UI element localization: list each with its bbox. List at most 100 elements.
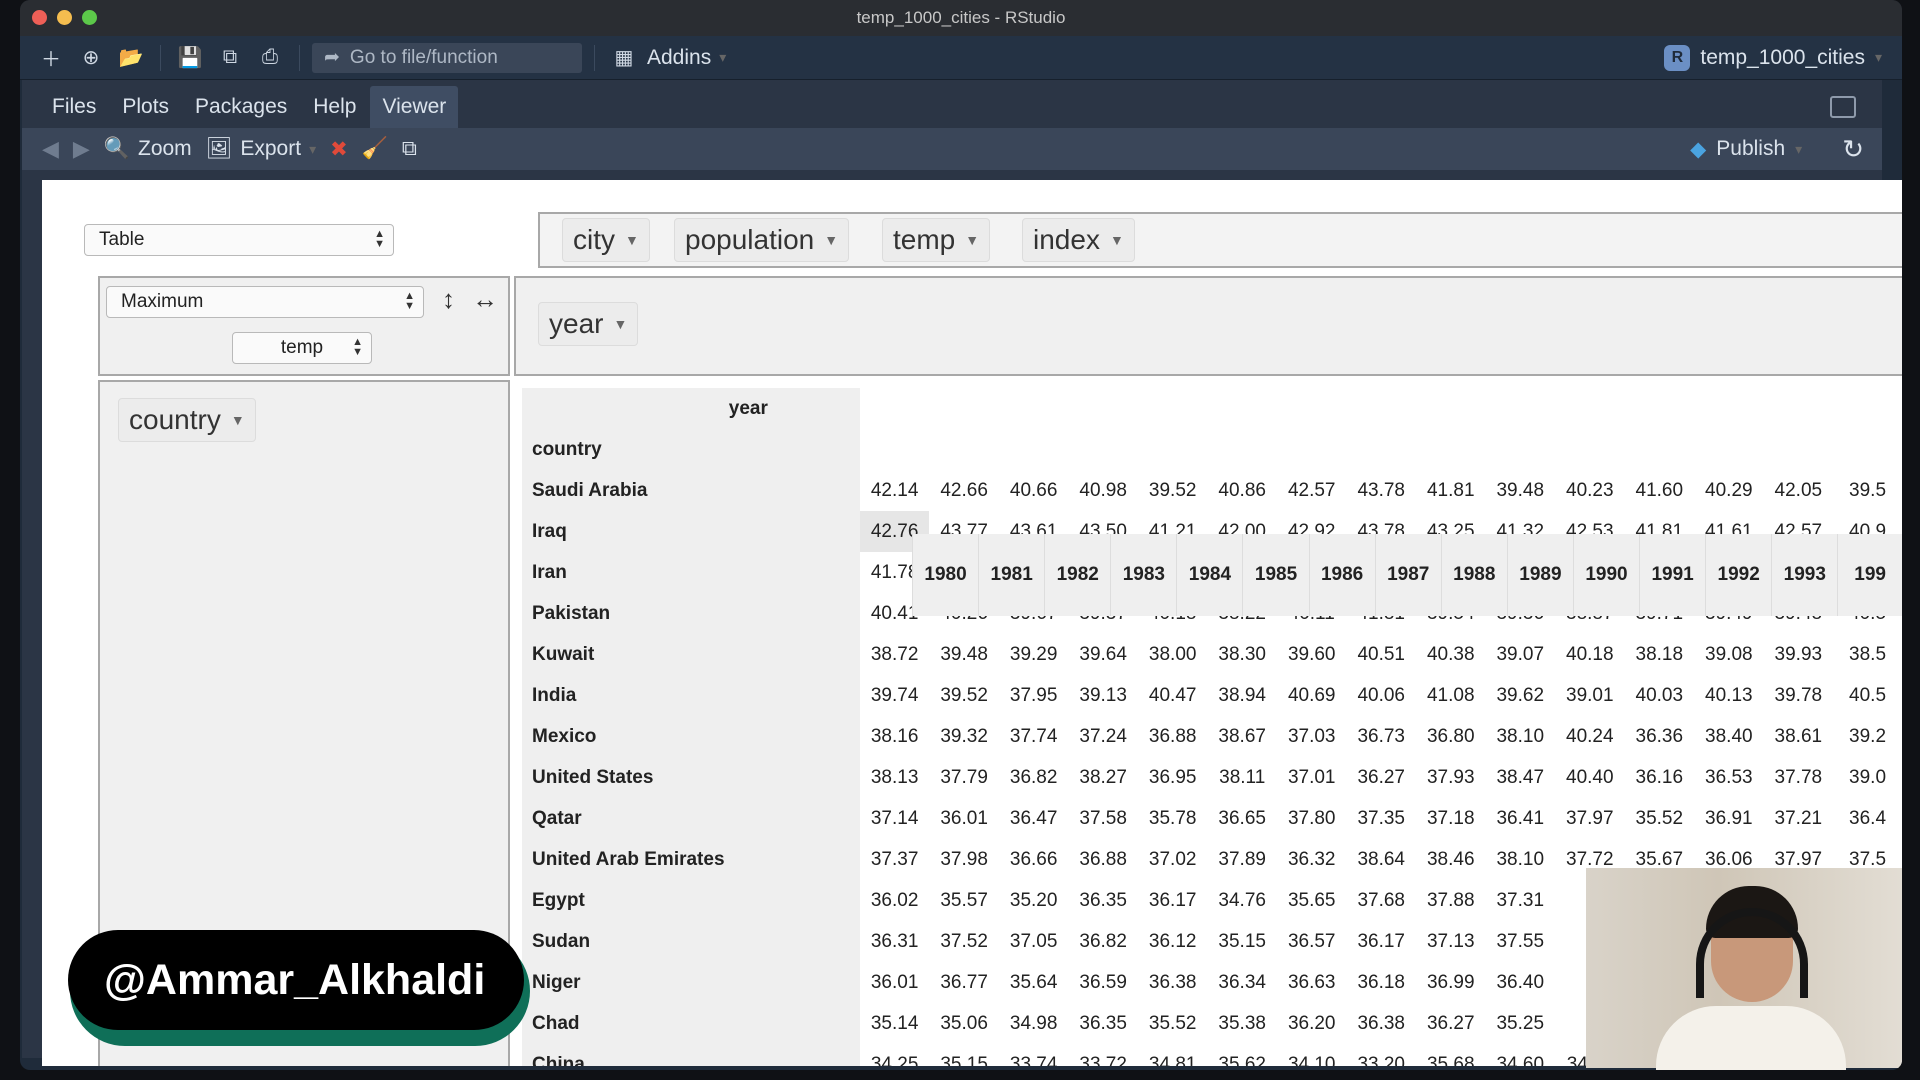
value-cell: 36.57 xyxy=(1287,930,1336,952)
value-cell: 40.18 xyxy=(1566,643,1614,665)
country-cell: Kuwait xyxy=(522,634,860,675)
value-cell: 38.30 xyxy=(1218,643,1266,665)
new-project-icon[interactable]: ⊕ xyxy=(74,43,108,73)
tab-plots[interactable]: Plots xyxy=(110,86,181,128)
new-file-icon[interactable]: ＋ xyxy=(34,43,68,73)
close-window-button[interactable] xyxy=(32,10,47,25)
value-cell: 35.68 xyxy=(1426,1053,1475,1067)
viewer-toolbar: ◀ ▶ 🔍 Zoom 🖼 Export ▾ ✖ 🧹 ⧉ ◆ Publish ▾ ↻ xyxy=(22,128,1882,170)
project-menu[interactable]: R temp_1000_cities ▾ xyxy=(1664,44,1882,71)
show-in-window-icon[interactable]: ⧉ xyxy=(402,137,417,161)
value-cell: 38.18 xyxy=(1635,643,1684,665)
addins-menu[interactable]: Addins ▾ xyxy=(647,46,726,70)
value-cell: 42.14 xyxy=(870,479,919,501)
value-cell: 36.36 xyxy=(1635,725,1684,747)
publish-icon: ◆ xyxy=(1690,137,1707,161)
value-cell: 40.69 xyxy=(1287,684,1336,706)
country-cell: Pakistan xyxy=(522,593,860,634)
forward-arrow-icon[interactable]: ▶ xyxy=(73,136,90,162)
renderer-select[interactable]: Table ▲ ▼ xyxy=(84,224,394,256)
grid-layout-icon[interactable]: ▦ xyxy=(607,43,641,73)
year-header: 1991 xyxy=(1639,534,1706,616)
year-header: 1992 xyxy=(1705,534,1772,616)
value-cell: 42.05 xyxy=(1774,479,1823,501)
year-header: 1986 xyxy=(1308,534,1376,616)
tab-packages[interactable]: Packages xyxy=(183,86,299,128)
field-population[interactable]: population ▼ xyxy=(674,218,850,262)
tab-viewer[interactable]: Viewer xyxy=(370,86,459,128)
country-cell: India xyxy=(522,675,860,716)
field-index[interactable]: index ▼ xyxy=(1022,218,1135,262)
value-cell: 36.38 xyxy=(1357,1012,1405,1034)
back-arrow-icon[interactable]: ◀ xyxy=(42,136,59,162)
field-city[interactable]: city ▼ xyxy=(562,218,650,262)
value-cell: 37.05 xyxy=(1009,930,1058,952)
value-cell: 37.80 xyxy=(1287,807,1336,829)
value-cell: 36.35 xyxy=(1079,1012,1127,1034)
country-cell: Sudan xyxy=(522,921,860,962)
value-cell: 39.60 xyxy=(1287,643,1336,665)
tab-help[interactable]: Help xyxy=(301,86,368,128)
value-cell: 38.67 xyxy=(1218,725,1266,747)
export-button[interactable]: 🖼 Export ▾ xyxy=(206,137,316,161)
value-cell: 36.53 xyxy=(1705,766,1753,788)
table-row: Mexico 38.16 39.32 37.74 37.24 36.88 38.67 37.0… xyxy=(522,716,1902,757)
field-country[interactable]: country ▼ xyxy=(118,398,256,442)
value-cell: 36.32 xyxy=(1287,848,1336,870)
value-cell: 35.52 xyxy=(1635,807,1684,829)
swap-axes-icon[interactable]: ↔ xyxy=(472,284,498,315)
broom-icon[interactable]: 🧹 xyxy=(362,137,388,161)
country-cell: Saudi Arabia xyxy=(522,470,860,511)
clear-viewer-icon[interactable]: ✖ xyxy=(330,137,348,162)
value-cell: 34.76 xyxy=(1218,889,1266,911)
save-icon[interactable]: 💾 xyxy=(173,43,207,73)
value-cell: 39.0 xyxy=(1849,766,1887,788)
value-cell: 40.13 xyxy=(1705,684,1753,706)
value-cell: 36.65 xyxy=(1218,807,1266,829)
field-year[interactable]: year ▼ xyxy=(538,302,639,346)
refresh-icon[interactable]: ↻ xyxy=(1842,134,1864,165)
value-cell: 38.40 xyxy=(1705,725,1753,747)
table-row: India 39.74 39.52 37.95 39.13 40.47 38.94 40.69… xyxy=(522,675,1902,716)
value-cell: 37.93 xyxy=(1426,766,1475,788)
value-cell: 39.13 xyxy=(1079,684,1127,706)
aggregator-field-select[interactable]: temp ▲ ▼ xyxy=(232,332,372,364)
window-title: temp_1000_cities - RStudio xyxy=(856,8,1066,27)
aggregator-select[interactable]: Maximum ▲ ▼ xyxy=(106,286,424,318)
year-header: 1983 xyxy=(1110,534,1177,616)
value-cell: 37.95 xyxy=(1009,684,1058,706)
value-cell: 36.73 xyxy=(1357,725,1405,747)
value-cell: 35.25 xyxy=(1496,1012,1545,1034)
value-cell: 36.17 xyxy=(1148,889,1197,911)
restore-pane-icon[interactable] xyxy=(1830,96,1856,118)
title-bar: temp_1000_cities - RStudio xyxy=(20,0,1902,36)
field-temp[interactable]: temp ▼ xyxy=(882,218,991,262)
value-cell: 39.74 xyxy=(870,684,919,706)
sort-order-icon[interactable]: ↕ xyxy=(442,284,455,315)
value-cell: 36.88 xyxy=(1148,725,1197,747)
value-cell: 39.29 xyxy=(1009,643,1058,665)
value-cell: 39.08 xyxy=(1705,643,1753,665)
value-cell: 36.82 xyxy=(1009,766,1058,788)
save-all-icon[interactable]: ⧉ xyxy=(213,43,247,73)
zoom-icon: 🔍 xyxy=(103,137,130,160)
tab-files[interactable]: Files xyxy=(40,86,108,128)
value-cell: 36.20 xyxy=(1287,1012,1336,1034)
value-cell: 34.10 xyxy=(1287,1053,1336,1067)
zoom-window-button[interactable] xyxy=(82,10,97,25)
publish-button[interactable]: ◆ Publish ▾ xyxy=(1690,137,1802,162)
open-file-icon[interactable]: 📂 xyxy=(114,43,148,73)
minimize-window-button[interactable] xyxy=(57,10,72,25)
value-cell: 37.98 xyxy=(940,848,988,870)
value-cell: 39.64 xyxy=(1079,643,1127,665)
go-to-file-input[interactable]: ➦ Go to file/function xyxy=(312,42,582,73)
table-row: Qatar 37.14 36.01 36.47 37.58 35.78 36.65 37.80… xyxy=(522,798,1902,839)
value-cell: 37.03 xyxy=(1287,725,1336,747)
value-cell: 42.57 xyxy=(1287,479,1336,501)
value-cell: 35.06 xyxy=(940,1012,988,1034)
print-icon[interactable]: ⎙ xyxy=(253,43,287,73)
value-cell: 34.81 xyxy=(1148,1053,1197,1067)
value-cell: 40.03 xyxy=(1635,684,1684,706)
zoom-button[interactable]: 🔍 Zoom xyxy=(104,137,192,161)
value-cell: 35.64 xyxy=(1009,971,1058,993)
